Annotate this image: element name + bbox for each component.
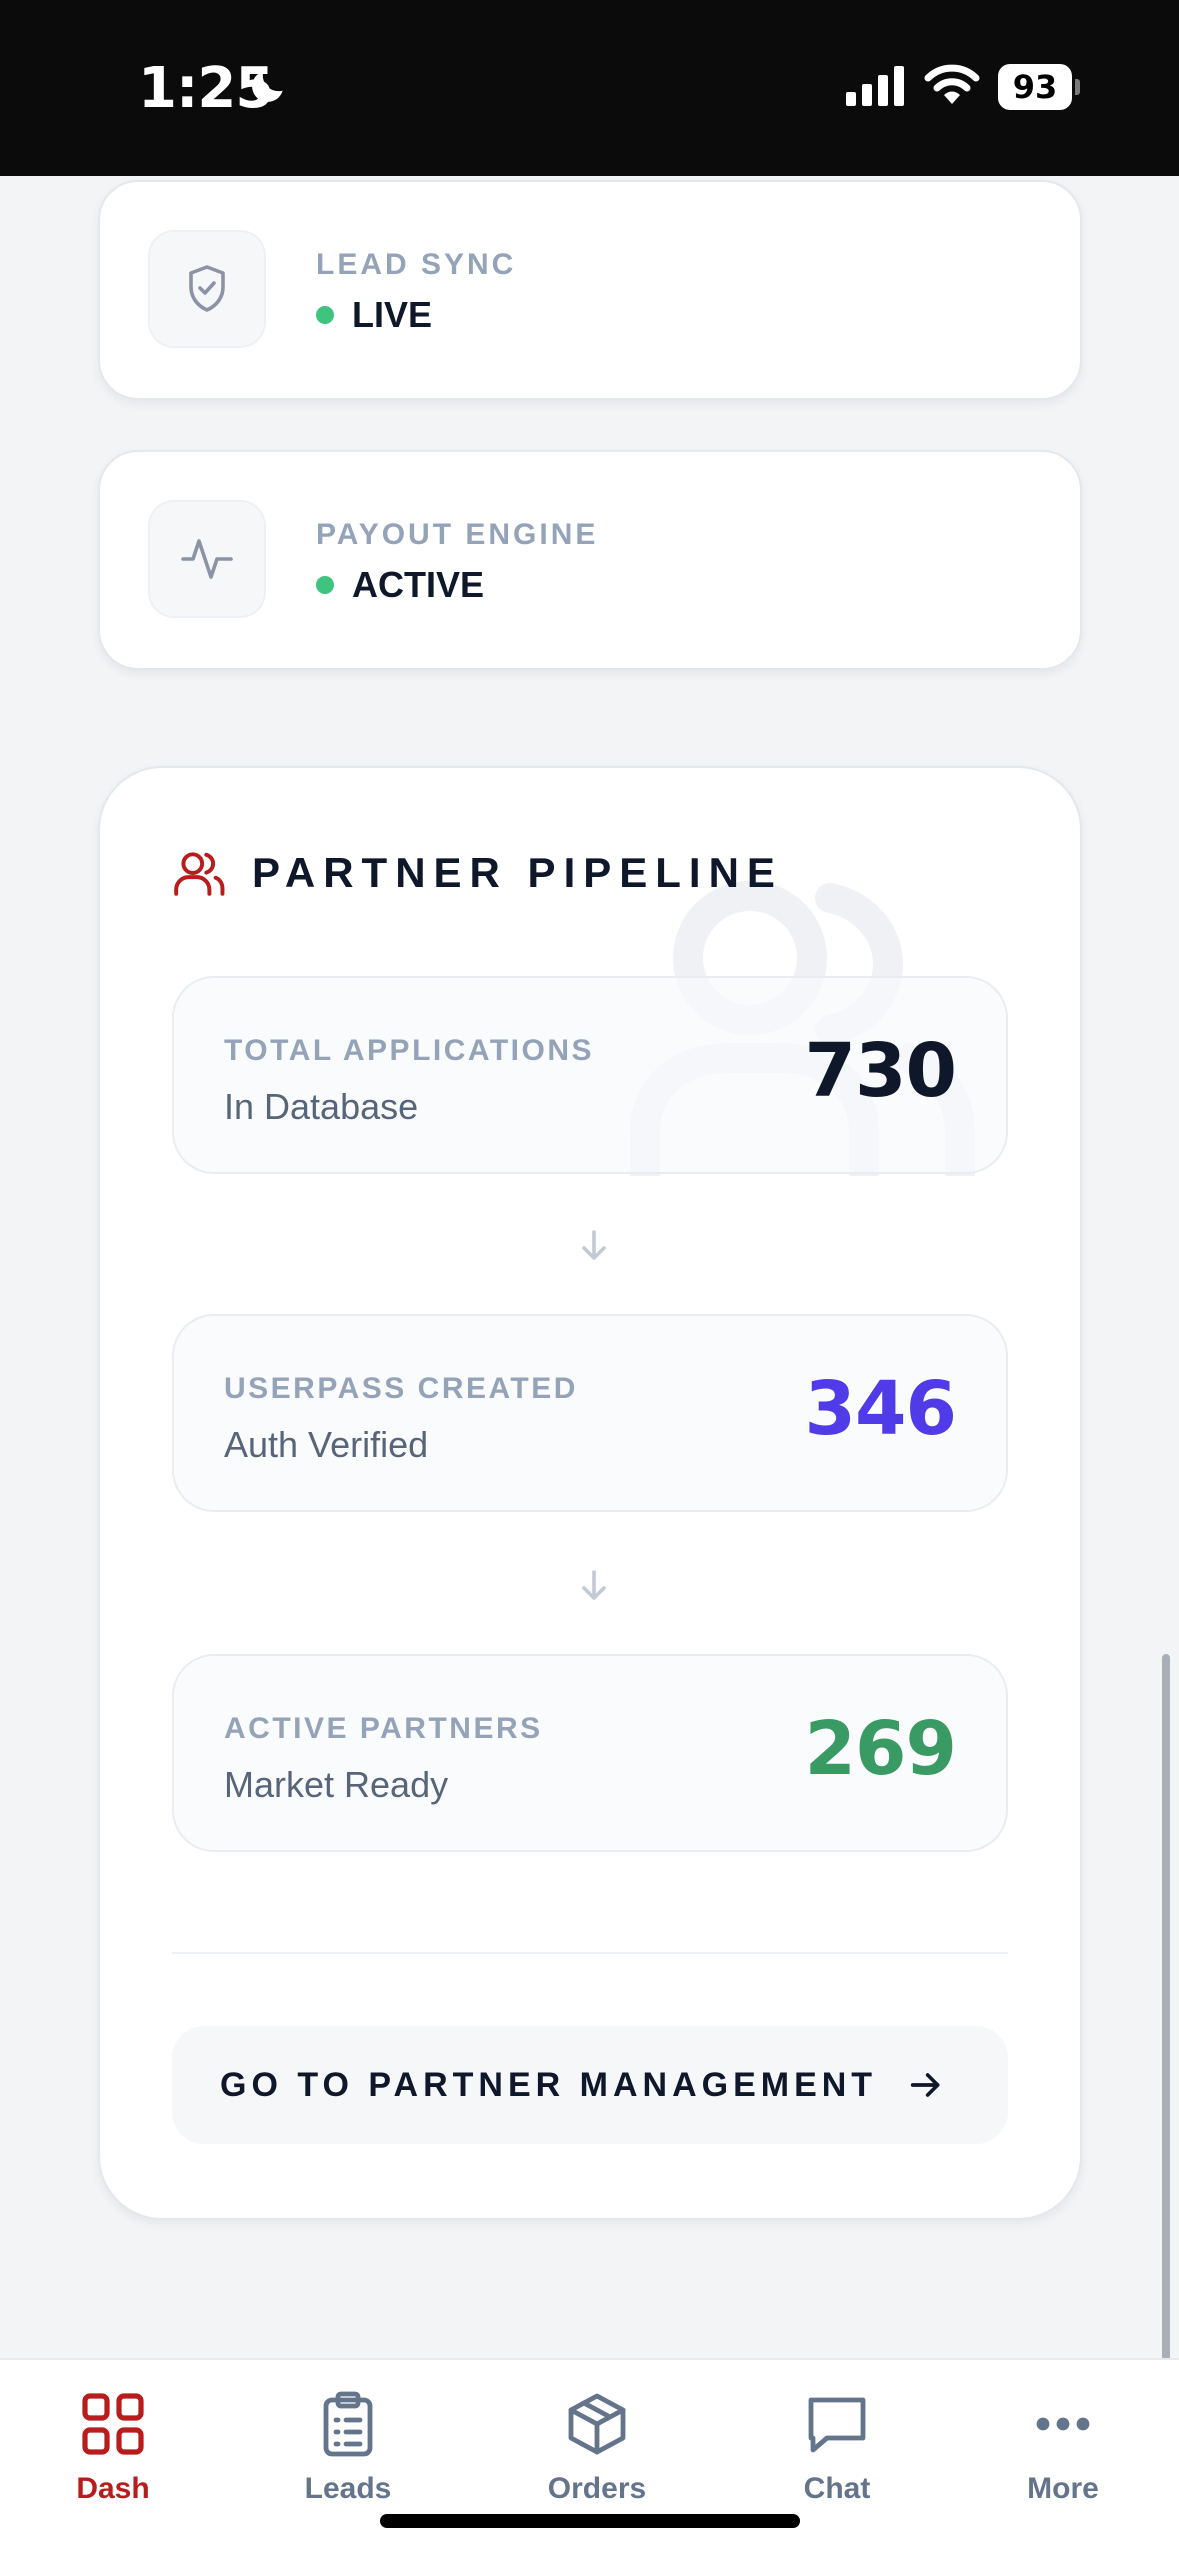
metric-value: 346	[804, 1366, 957, 1452]
arrow-right-icon	[910, 2073, 940, 2097]
home-indicator	[380, 2514, 800, 2528]
metric-subtitle: Market Ready	[224, 1764, 449, 1805]
chat-bubble-icon	[808, 2397, 866, 2453]
tab-label: Chat	[803, 2472, 871, 2505]
tab-dash[interactable]: Dash	[13, 2390, 213, 2520]
status-bar: 1:25 93	[0, 0, 1179, 176]
metric-value: 730	[804, 1028, 957, 1114]
metric-label: ACTIVE PARTNERS	[224, 1712, 543, 1745]
arrow-down-icon	[582, 1570, 606, 1600]
pipeline-title: PARTNER PIPELINE	[252, 849, 783, 896]
divider	[172, 1952, 1008, 1954]
userpass-created-card: USERPASS CREATED Auth Verified 346	[172, 1314, 1008, 1512]
tab-orders[interactable]: Orders	[497, 2390, 697, 2520]
tab-label: Leads	[304, 2472, 392, 2505]
clipboard-list-icon	[323, 2391, 373, 2457]
payout-engine-card: PAYOUT ENGINE ACTIVE	[98, 450, 1082, 670]
metric-subtitle: Auth Verified	[224, 1424, 429, 1465]
total-applications-card: TOTAL APPLICATIONS In Database 730	[172, 976, 1008, 1174]
lead-sync-label: LEAD SYNC	[316, 248, 517, 281]
lead-sync-card: LEAD SYNC LIVE	[98, 180, 1082, 400]
lead-sync-status-text: LIVE	[352, 294, 433, 335]
more-dots-icon	[1036, 2417, 1090, 2431]
partner-pipeline-card: PARTNER PIPELINE TOTAL APPLICATIONS In D…	[98, 766, 1082, 2220]
tab-leads[interactable]: Leads	[248, 2390, 448, 2520]
package-icon	[568, 2393, 626, 2455]
metric-subtitle: In Database	[224, 1086, 419, 1127]
partner-management-button[interactable]: GO TO PARTNER MANAGEMENT	[172, 2026, 1008, 2144]
active-partners-card: ACTIVE PARTNERS Market Ready 269	[172, 1654, 1008, 1852]
arrow-down-icon	[582, 1230, 606, 1260]
activity-pulse-icon	[148, 500, 266, 618]
battery-level: 93	[998, 64, 1072, 110]
metric-label: USERPASS CREATED	[224, 1372, 578, 1405]
payout-engine-status-text: ACTIVE	[352, 564, 485, 605]
users-icon	[174, 852, 225, 896]
battery-tip	[1075, 79, 1080, 95]
tab-more[interactable]: More	[963, 2390, 1163, 2520]
wifi-icon	[924, 64, 980, 104]
metric-value: 269	[804, 1706, 957, 1792]
pipeline-header: PARTNER PIPELINE	[172, 848, 783, 898]
cellular-signal-icon	[846, 66, 904, 106]
tab-chat[interactable]: Chat	[737, 2390, 937, 2520]
moon-icon	[252, 71, 283, 102]
tab-label: Orders	[547, 2472, 647, 2505]
shield-check-icon	[148, 230, 266, 348]
tab-label: More	[1027, 2472, 1099, 2505]
grid-icon	[82, 2393, 144, 2455]
battery-indicator: 93	[998, 64, 1080, 110]
payout-engine-status: ACTIVE	[316, 564, 484, 606]
status-dot	[316, 306, 334, 324]
status-dot	[316, 576, 334, 594]
payout-engine-label: PAYOUT ENGINE	[316, 518, 599, 551]
lead-sync-status: LIVE	[316, 294, 432, 336]
partner-management-label: GO TO PARTNER MANAGEMENT	[220, 2065, 878, 2104]
metric-label: TOTAL APPLICATIONS	[224, 1034, 595, 1067]
tab-label: Dash	[76, 2472, 150, 2505]
